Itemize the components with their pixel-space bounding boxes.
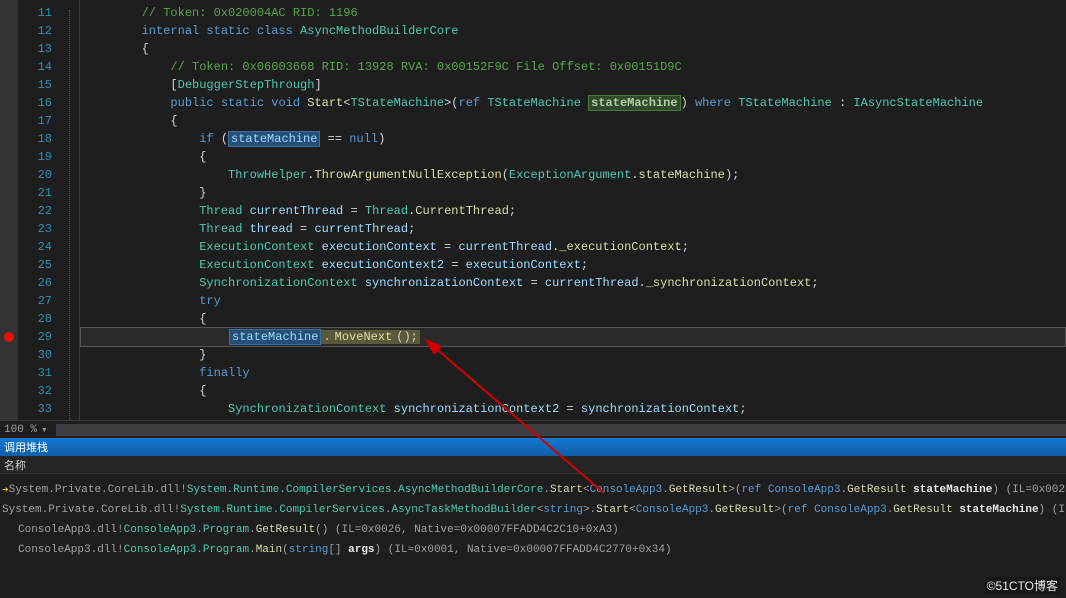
code-area[interactable]: // Token: 0x020004AC RID: 1196 internal …: [80, 0, 1066, 420]
current-frame-icon: ➔: [2, 483, 9, 497]
callstack-panel-title[interactable]: 调用堆栈: [0, 438, 1066, 456]
callstack-frame-text: ConsoleApp3.dll!ConsoleApp3.Program.Main…: [18, 544, 672, 556]
callstack-column-header[interactable]: 名称: [0, 456, 1066, 474]
code-line[interactable]: public static void Start<TStateMachine>(…: [80, 94, 1066, 112]
code-line[interactable]: // Token: 0x06003668 RID: 13928 RVA: 0x0…: [80, 58, 1066, 76]
line-number: 29: [18, 328, 52, 346]
line-number: 21: [18, 184, 52, 202]
code-line[interactable]: // Token: 0x020004AC RID: 1196: [80, 4, 1066, 22]
line-number: 14: [18, 58, 52, 76]
line-number: 25: [18, 256, 52, 274]
code-line[interactable]: try: [80, 292, 1066, 310]
watermark: ©51CTO博客: [985, 577, 1060, 594]
code-line[interactable]: SynchronizationContext synchronizationCo…: [80, 400, 1066, 418]
line-number: 20: [18, 166, 52, 184]
line-number: 30: [18, 346, 52, 364]
line-number: 13: [18, 40, 52, 58]
callstack-frame[interactable]: ConsoleApp3.dll!ConsoleApp3.Program.Main…: [0, 540, 1066, 560]
line-number: 27: [18, 292, 52, 310]
line-number: 28: [18, 310, 52, 328]
line-number: 19: [18, 148, 52, 166]
zoom-bar: 100 % ▾: [0, 420, 1066, 438]
line-number: 11: [18, 4, 52, 22]
code-line[interactable]: }: [80, 346, 1066, 364]
line-number: 18: [18, 130, 52, 148]
code-line[interactable]: ExecutionContext executionContext2 = exe…: [80, 256, 1066, 274]
code-line[interactable]: ExecutionContext executionContext = curr…: [80, 238, 1066, 256]
zoom-dropdown-icon[interactable]: ▾: [41, 423, 48, 437]
line-number: 17: [18, 112, 52, 130]
callstack-frame[interactable]: ConsoleApp3.dll!ConsoleApp3.Program.GetR…: [0, 520, 1066, 540]
line-number: 33: [18, 400, 52, 418]
line-number: 31: [18, 364, 52, 382]
line-number-gutter: 1112131415161718192021222324252627282930…: [18, 0, 62, 420]
line-number: 12: [18, 22, 52, 40]
code-editor[interactable]: 1112131415161718192021222324252627282930…: [0, 0, 1066, 420]
code-line[interactable]: finally: [80, 364, 1066, 382]
callstack-list[interactable]: ➔System.Private.CoreLib.dll!System.Runti…: [0, 474, 1066, 596]
line-number: 22: [18, 202, 52, 220]
code-line[interactable]: ThrowHelper.ThrowArgumentNullException(E…: [80, 166, 1066, 184]
horizontal-scrollbar[interactable]: [56, 424, 1066, 436]
line-number: 24: [18, 238, 52, 256]
code-line[interactable]: internal static class AsyncMethodBuilder…: [80, 22, 1066, 40]
code-line[interactable]: if (stateMachine == null): [80, 130, 1066, 148]
fold-gutter[interactable]: [62, 0, 80, 420]
breakpoint-icon[interactable]: [4, 332, 14, 342]
callstack-frame-text: System.Private.CoreLib.dll!System.Runtim…: [9, 484, 1066, 496]
code-line[interactable]: }: [80, 184, 1066, 202]
callstack-frame[interactable]: ➔System.Private.CoreLib.dll!System.Runti…: [0, 480, 1066, 500]
code-line[interactable]: {: [80, 148, 1066, 166]
callstack-frame-text: ConsoleApp3.dll!ConsoleApp3.Program.GetR…: [18, 524, 619, 536]
line-number: 16: [18, 94, 52, 112]
code-line[interactable]: {: [80, 40, 1066, 58]
breakpoint-gutter[interactable]: [0, 0, 18, 420]
code-line[interactable]: Thread thread = currentThread;: [80, 220, 1066, 238]
code-line[interactable]: {: [80, 112, 1066, 130]
line-number: 15: [18, 76, 52, 94]
code-line[interactable]: Thread currentThread = Thread.CurrentThr…: [80, 202, 1066, 220]
callstack-frame-text: System.Private.CoreLib.dll!System.Runtim…: [2, 504, 1066, 516]
code-line[interactable]: SynchronizationContext synchronizationCo…: [80, 274, 1066, 292]
zoom-label[interactable]: 100 %: [4, 424, 37, 436]
code-line[interactable]: {: [80, 382, 1066, 400]
callstack-frame[interactable]: System.Private.CoreLib.dll!System.Runtim…: [0, 500, 1066, 520]
code-line[interactable]: [DebuggerStepThrough]: [80, 76, 1066, 94]
line-number: 32: [18, 382, 52, 400]
line-number: 26: [18, 274, 52, 292]
code-line[interactable]: {: [80, 310, 1066, 328]
code-line[interactable]: stateMachine.MoveNext();: [80, 327, 1066, 347]
line-number: 23: [18, 220, 52, 238]
